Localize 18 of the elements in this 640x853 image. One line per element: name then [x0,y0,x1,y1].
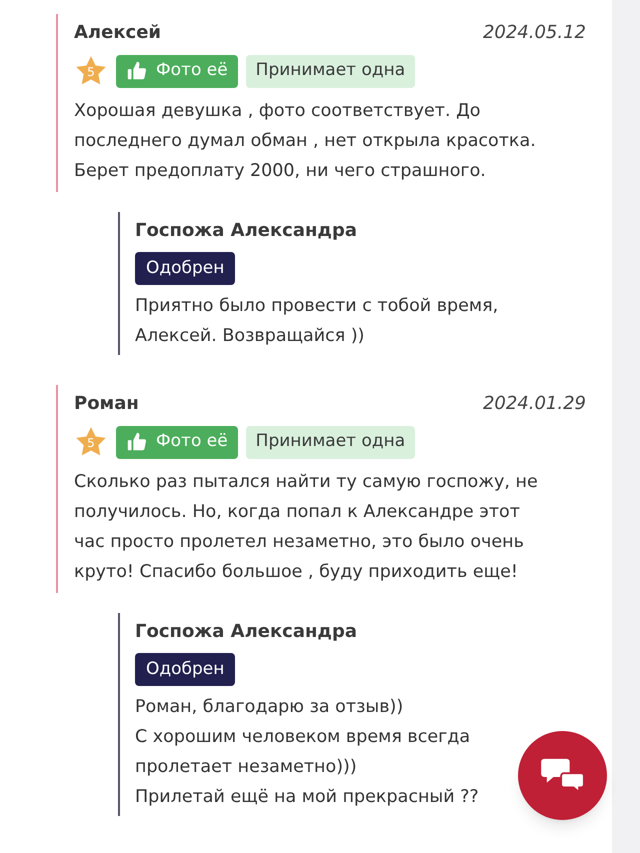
photo-verified-badge: Фото её [116,54,238,88]
approved-badge: Одобрен [135,653,236,686]
reviewer-name: Алексей [74,20,162,44]
reply-text: Роман, благодарю за отзыв)) С хорошим человеком время всегда пролетает незаметно))) Прилетай ещё на мой прекрасный ?? [135,696,479,809]
review-date: 2024.01.29 [482,392,586,416]
reviewer-name: Роман [74,392,139,416]
photo-verified-badge: Фото её [116,426,238,458]
thumbs-up-icon [126,431,148,453]
review-date: 2024.05.12 [482,20,586,44]
accepts-alone-tag: Принимает одна [246,426,416,458]
review-text: Сколько раз пытался найти ту самую госпожу, не получилось. Но, когда попал к Александре этот час просто пролетел незаметно, это было очень круто! Спасибо большое , буду приходить еще! [74,471,539,584]
accepts-alone-tag: Принимает одна [246,54,416,88]
reply-author: Госпожа Александра [135,219,358,243]
thumbs-up-icon [126,60,148,82]
review-text: Хорошая девушка , фото соответствует. До последнего думал обман , нет открыла красотка. Берет предоплату 2000, ни чего страшного. [74,100,537,183]
approved-badge: Одобрен [135,252,236,285]
reply-text: Приятно было провести с тобой время, Алексей. Возвращайся )) [135,295,498,348]
reply-author: Госпожа Александра [135,620,358,644]
